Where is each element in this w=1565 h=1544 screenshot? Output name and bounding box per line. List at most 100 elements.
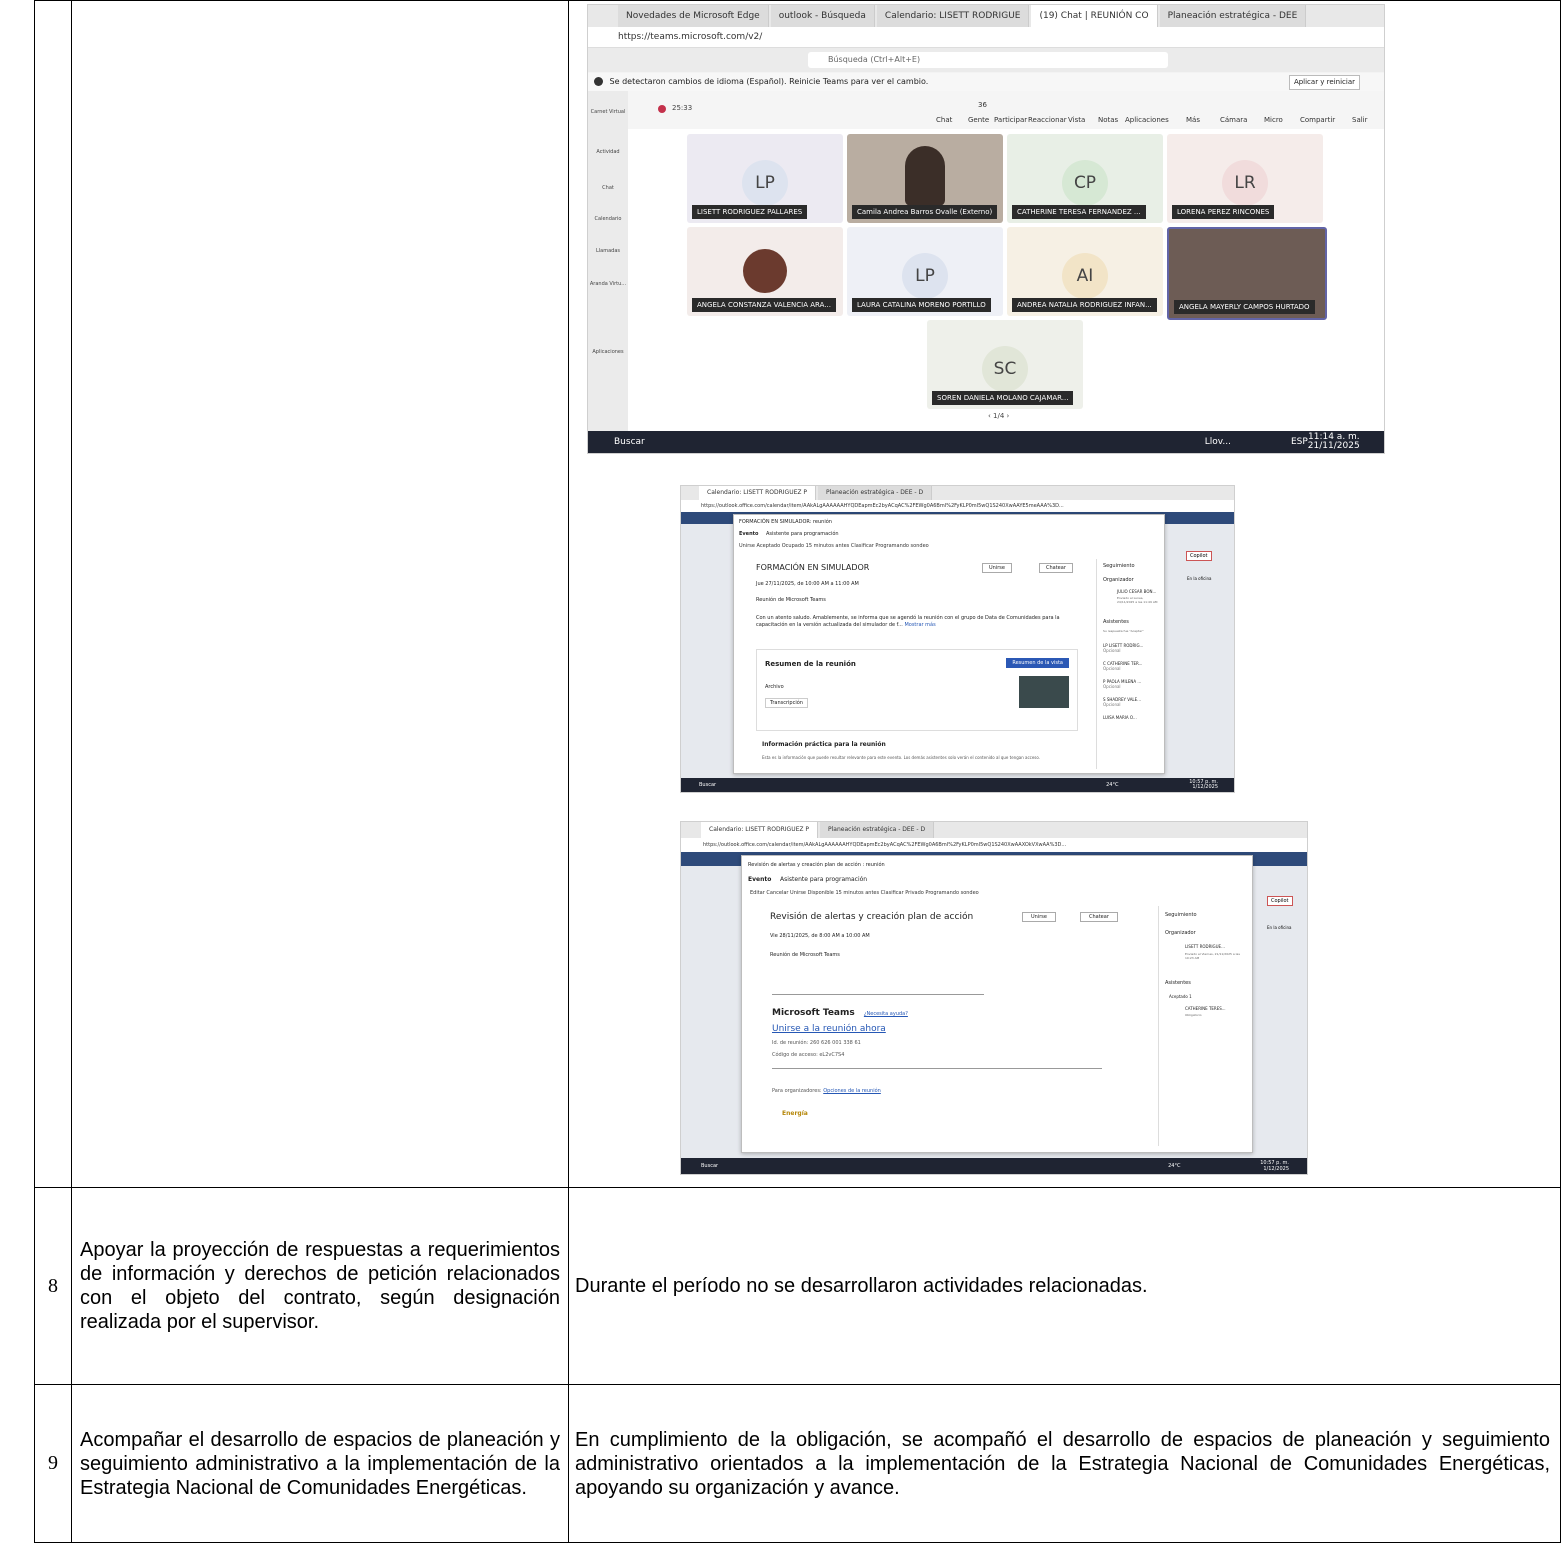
participant-name: LORENA PEREZ RINCONES (1172, 205, 1275, 219)
rail-item: Calendario (594, 216, 622, 222)
rail-item: Aplicaciones (592, 349, 624, 355)
browser-tab: Calendario: LISETT RODRIGUEZ P (699, 486, 817, 500)
attendee: LP LISETT RODRIG... Opcional (1103, 643, 1143, 653)
row-number: 9 (34, 1384, 72, 1543)
video-stage: LP LISETT RODRIGUEZ PALLARES Camila Andr… (628, 129, 1384, 431)
action-bar: Unirse Aceptado Ocupado 15 minutos antes… (739, 543, 929, 549)
teams-heading: Microsoft Teams ¿Necesita ayuda? (772, 1008, 908, 1018)
toolbar-view: Vista (1068, 116, 1086, 124)
participant-video (905, 146, 945, 206)
attendee: P PAOLA MILENA ... Opcional (1103, 679, 1141, 689)
participant-photo (743, 249, 787, 293)
summary-view-button: Resumen de la vista (1006, 658, 1069, 668)
join-button: Unirse (1022, 912, 1056, 922)
join-meeting-link: Unirse a la reunión ahora (772, 1024, 886, 1034)
organizer-sent: Enviado el Lunes, 24/11/2025 a las 11:49… (1117, 596, 1158, 604)
meeting-id: Id. de reunión: 260 626 001 338 61 (772, 1040, 861, 1046)
participant-tile: ANGELA CONSTANZA VALENCIA ARA... (687, 227, 843, 316)
attendee-role: Opcional (1103, 666, 1121, 671)
participant-name: LAURA CATALINA MORENO PORTILLO (852, 298, 991, 312)
toolbar-share: Compartir (1300, 116, 1336, 124)
people-count: 36 (978, 101, 987, 109)
taskbar-search: Buscar (701, 1163, 719, 1169)
attendee-name: LUISA MARIA O... (1103, 715, 1137, 720)
evidence-text: Durante el período no se desarrollaron a… (568, 1187, 1561, 1385)
participant-initials: CP (1062, 160, 1108, 206)
attendee: C CATHERINE TER... Opcional (1103, 661, 1142, 671)
tracking-title: Seguimiento (1103, 563, 1135, 569)
meeting-passcode: Código de acceso: eL2vC7S4 (772, 1052, 845, 1058)
attendee: S SHADREY VALE... Opcional (1103, 697, 1141, 707)
taskbar-search: Buscar (699, 782, 717, 788)
attendee-role: Opcional (1103, 684, 1121, 689)
dialog-title: Revisión de alertas y creación plan de a… (748, 862, 885, 868)
event-location: Reunión de Microsoft Teams (770, 952, 840, 958)
summary-title: Resumen de la reunión (765, 660, 856, 668)
attendees-label: Asistentes (1165, 980, 1191, 986)
toolbar-apps: Aplicaciones (1125, 116, 1169, 124)
participant-name: ANGELA MAYERLY CAMPOS HURTADO (1174, 300, 1315, 314)
taskbar-clock: 10:57 p. m. 1/12/2025 (1260, 1160, 1289, 1172)
recording-icon (658, 105, 666, 113)
browser-tabbar: Novedades de Microsoft Edge outlook - Bú… (588, 5, 1384, 27)
office-status: En la oficina (1187, 576, 1212, 581)
event-location: Reunión de Microsoft Teams (756, 597, 826, 603)
address-bar: https://teams.microsoft.com/v2/ (588, 27, 1384, 48)
event-datetime: Jue 27/11/2025, de 10:00 AM a 11:00 AM (756, 581, 859, 587)
show-more-link: Mostrar más (904, 622, 936, 628)
language-banner: Se detectaron cambios de idioma (Español… (588, 73, 1384, 92)
participant-name: Camila Andrea Barros Ovalle (Externo) (852, 205, 998, 219)
event-dialog: FORMACIÓN EN SIMULADOR: reunión Evento A… (733, 514, 1165, 774)
event-title: FORMACIÓN EN SIMULADOR (756, 563, 870, 572)
url-text: https://outlook.office.com/calendar/item… (701, 503, 1064, 509)
dialog-title: FORMACIÓN EN SIMULADOR: reunión (739, 519, 832, 525)
toolbar-notes: Notas (1098, 116, 1119, 124)
event-body: Con un atento saludo. Amablemente, se in… (756, 615, 1066, 629)
organizer-label: Organizador (1103, 577, 1134, 583)
taskbar-clock: 10:57 p. m. 1/12/2025 (1189, 780, 1218, 790)
participant-tile: Camila Andrea Barros Ovalle (Externo) (847, 134, 1003, 223)
join-button: Unirse (982, 563, 1012, 573)
teams-rail: Carnet Virtual Actividad Chat Calendario… (588, 91, 628, 431)
table-row: 9 Acompañar el desarrollo de espacios de… (34, 1384, 1561, 1543)
accepted-group: Aceptado 1 (1169, 994, 1192, 999)
meeting-timer: 25:33 (672, 104, 693, 112)
teams-header: Búsqueda (Ctrl+Alt+E) (588, 48, 1384, 72)
action-bar: Editar Cancelar Unirse Disponible 15 min… (750, 890, 979, 896)
attendee-role: Opcional (1103, 702, 1121, 707)
rail-item: Llamadas (595, 248, 621, 254)
participant-name: CATHERINE TERESA FERNANDEZ ... (1012, 205, 1146, 219)
toolbar-leave: Salir (1352, 116, 1368, 124)
participant-tile: CP CATHERINE TERESA FERNANDEZ ... (1007, 134, 1163, 223)
organizer-label: Organizador (1165, 930, 1196, 936)
info-text: Esta es la información que puede resulta… (762, 755, 1041, 760)
tracking-panel: Seguimiento Organizador LISETT RODRIGUE.… (1158, 906, 1249, 1146)
search-placeholder: Búsqueda (Ctrl+Alt+E) (828, 55, 921, 64)
participant-tile: LP LISETT RODRIGUEZ PALLARES (687, 134, 843, 223)
taskbar-weather: 24°C (1106, 782, 1119, 788)
organizers-label: Para organizadores: (772, 1088, 822, 1094)
info-icon (594, 77, 603, 86)
url-text: https://outlook.office.com/calendar/item… (703, 842, 1067, 848)
browser-tabbar: Calendario: LISETT RODRIGUEZ P Planeació… (681, 822, 1307, 838)
participant-tile: LR LORENA PEREZ RINCONES (1167, 134, 1323, 223)
office-status: En la oficina (1267, 925, 1292, 930)
participant-initials: LP (902, 253, 948, 299)
participant-tile: LP LAURA CATALINA MORENO PORTILLO (847, 227, 1003, 316)
participant-tile: AI ANDREA NATALIA RODRIGUEZ INFAN... (1007, 227, 1163, 316)
apply-restart-button: Aplicar y reiniciar (1288, 75, 1360, 90)
transcript-chip: Transcripción (765, 698, 808, 708)
toolbar-raise-hand: Participar (994, 116, 1028, 124)
attendees-label: Asistentes (1103, 619, 1129, 625)
participant-initials: SC (982, 346, 1028, 392)
rail-item: Carnet Virtual (590, 109, 626, 115)
toolbar-mic: Micro (1264, 116, 1283, 124)
attendee-role: Obligatorio (1185, 1013, 1202, 1017)
response-text: Su respuesta fue "Aceptar" (1103, 629, 1144, 633)
evidence-text: En cumplimiento de la obligación, se aco… (568, 1384, 1561, 1543)
event-title: Revisión de alertas y creación plan de a… (770, 912, 974, 922)
taskbar-weather: 24°C (1168, 1163, 1181, 1169)
organizer-sent: Enviado el Viernes, 21/11/2025 a las 10:… (1185, 952, 1240, 960)
taskbar-weather: Llov... (1204, 437, 1231, 447)
outlook-revision-screenshot: Calendario: LISETT RODRIGUEZ P Planeació… (680, 821, 1308, 1175)
